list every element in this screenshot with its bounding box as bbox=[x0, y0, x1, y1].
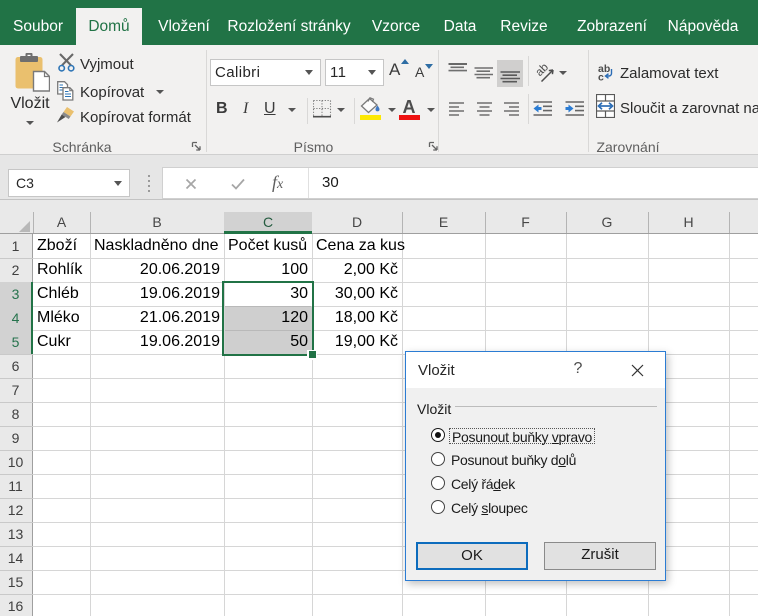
svg-text:c: c bbox=[598, 72, 604, 82]
svg-text:ab: ab bbox=[535, 62, 551, 79]
